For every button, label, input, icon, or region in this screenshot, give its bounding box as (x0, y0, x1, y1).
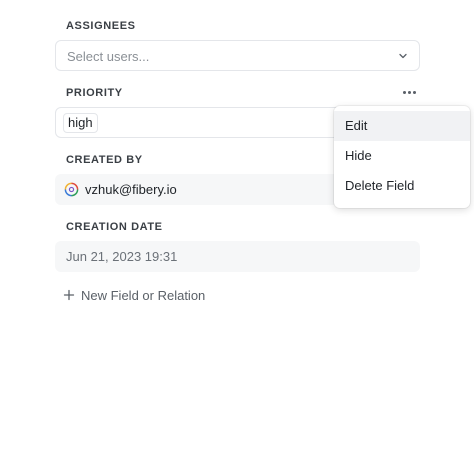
menu-item-hide[interactable]: Hide (334, 141, 470, 171)
new-field-button[interactable]: New Field or Relation (63, 287, 205, 303)
field-context-menu: Edit Hide Delete Field (334, 106, 470, 208)
chevron-down-icon (399, 53, 407, 59)
plus-icon (63, 289, 75, 301)
field-more-button[interactable] (400, 84, 418, 100)
priority-value[interactable]: high (63, 113, 98, 133)
created-by-user: vzhuk@fibery.io (85, 182, 177, 197)
user-avatar-icon (64, 182, 79, 197)
created-by-label: CREATED BY (66, 154, 143, 166)
creation-date-field: Jun 21, 2023 19:31 (55, 241, 420, 272)
more-horizontal-icon (407, 90, 411, 94)
creation-date-label: CREATION DATE (66, 221, 163, 233)
new-field-label: New Field or Relation (81, 287, 206, 303)
menu-item-delete-field[interactable]: Delete Field (334, 171, 470, 201)
priority-label: PRIORITY (66, 87, 123, 99)
assignees-placeholder: Select users... (67, 49, 150, 64)
assignees-label: ASSIGNEES (66, 20, 136, 32)
assignees-select[interactable]: Select users... (55, 40, 420, 71)
creation-date-value: Jun 21, 2023 19:31 (66, 249, 178, 264)
menu-item-edit[interactable]: Edit (334, 111, 470, 141)
more-horizontal-icon (412, 90, 416, 94)
more-horizontal-icon (402, 90, 406, 94)
